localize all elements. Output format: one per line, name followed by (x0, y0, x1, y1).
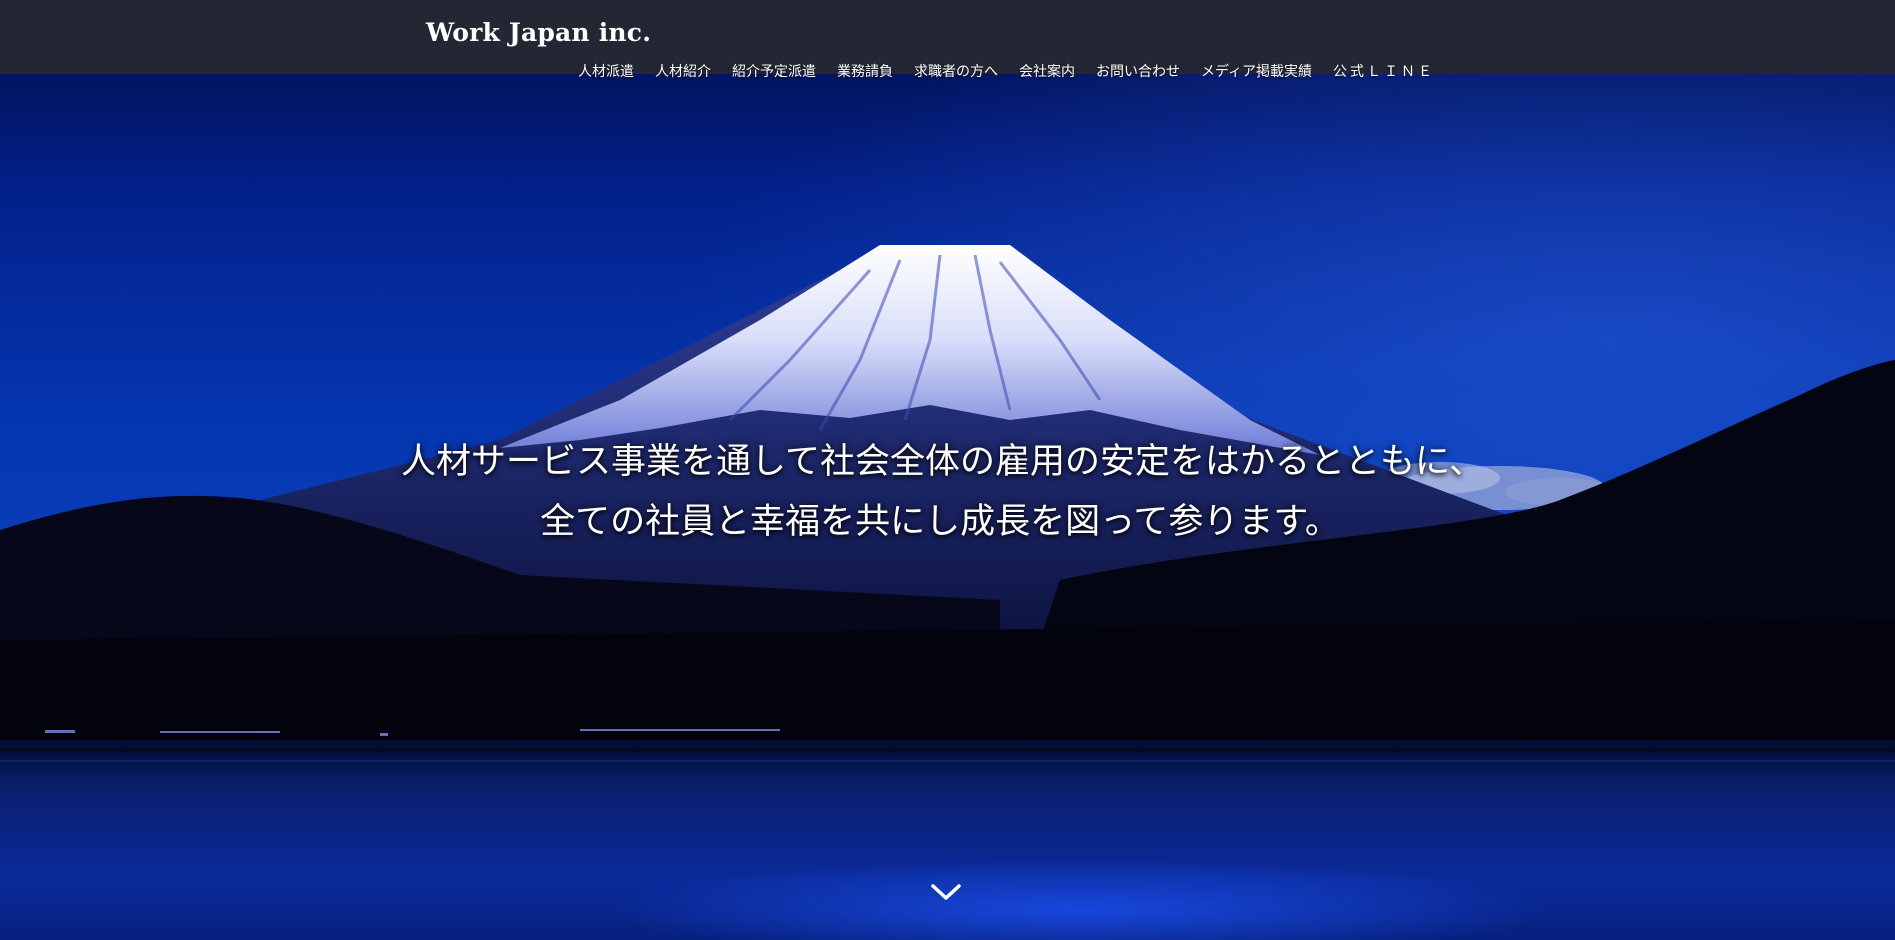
page: Work Japan inc. 人材派遣 人材紹介 紹介予定派遣 業務請負 求職… (0, 0, 1895, 940)
nav-item-media[interactable]: メディア掲載実績 (1201, 62, 1312, 82)
nav-item-company[interactable]: 会社案内 (1019, 62, 1075, 82)
hero-tagline: 人材サービス事業を通して社会全体の雇用の安定をはかるとともに、 全ての社員と幸福… (0, 432, 1895, 552)
nav-item-outsourcing[interactable]: 業務請負 (837, 62, 893, 82)
site-logo[interactable]: Work Japan inc. (426, 18, 651, 47)
tagline-line-1: 人材サービス事業を通して社会全体の雇用の安定をはかるとともに、 (401, 442, 1484, 482)
nav-item-temp-staffing[interactable]: 人材派遣 (578, 62, 634, 82)
nav-item-job-seekers[interactable]: 求職者の方へ (914, 62, 998, 82)
nav-item-recruitment[interactable]: 人材紹介 (655, 62, 711, 82)
nav-item-official-line[interactable]: 公式ＬＩＮＥ (1333, 62, 1435, 82)
nav-item-contact[interactable]: お問い合わせ (1096, 62, 1180, 82)
nav-item-temp-to-perm[interactable]: 紹介予定派遣 (732, 62, 816, 82)
main-nav: 人材派遣 人材紹介 紹介予定派遣 業務請負 求職者の方へ 会社案内 お問い合わせ… (578, 62, 1435, 82)
chevron-down-icon[interactable] (929, 880, 963, 904)
tagline-line-2: 全ての社員と幸福を共にし成長を図って参ります。 (540, 502, 1340, 542)
